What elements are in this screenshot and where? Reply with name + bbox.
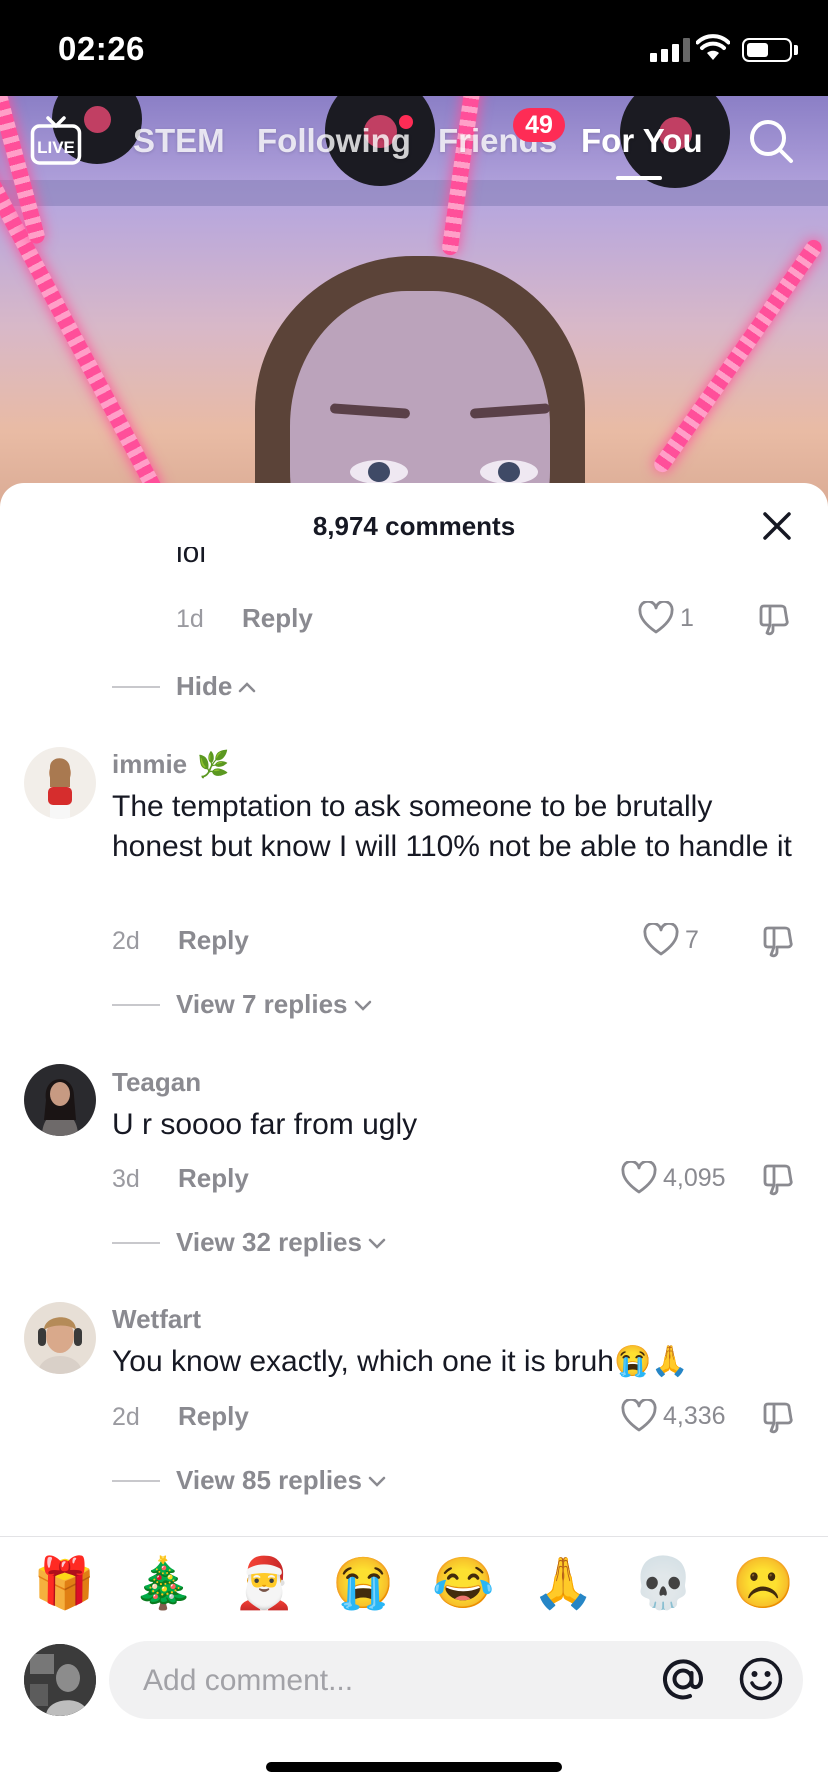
battery-level <box>747 43 768 57</box>
search-icon[interactable] <box>748 118 794 164</box>
like-button[interactable]: 1 <box>638 601 694 635</box>
tab-for-you[interactable]: For You <box>581 122 703 160</box>
tab-following[interactable]: Following <box>257 122 411 160</box>
chevron-up-icon <box>239 681 256 692</box>
emoji-gift[interactable]: 🎁 <box>33 1553 95 1613</box>
like-button[interactable]: 4,336 <box>621 1399 726 1433</box>
battery-tip <box>794 45 798 55</box>
tab-stem[interactable]: STEM <box>133 122 225 160</box>
view-replies-label: View 32 replies <box>176 1227 362 1257</box>
wifi-icon <box>696 34 730 60</box>
comment-text: The temptation to ask someone to be brut… <box>112 790 792 863</box>
friends-badge: 49 <box>513 108 565 142</box>
video-person-eye <box>480 460 538 484</box>
chevron-down-icon <box>368 1476 386 1487</box>
video-garland-shape <box>441 96 485 257</box>
reply-button[interactable]: Reply <box>178 1163 249 1194</box>
emoji-skull[interactable]: 💀 <box>632 1553 694 1613</box>
thumbs-down-icon[interactable] <box>762 1163 796 1197</box>
emoji-santa[interactable]: 🎅 <box>233 1553 295 1613</box>
chevron-down-icon <box>354 1000 371 1011</box>
smiley-face-icon[interactable] <box>738 1656 784 1702</box>
view-replies-divider <box>112 1004 160 1006</box>
like-count: 7 <box>685 925 699 954</box>
status-time: 02:26 <box>58 30 145 67</box>
comment-age: 3d <box>112 1165 140 1193</box>
heart-outline-icon <box>638 601 674 634</box>
view-replies-label: View 85 replies <box>176 1465 362 1495</box>
live-tv-icon[interactable]: LIVE <box>30 116 82 166</box>
like-count: 1 <box>680 603 694 632</box>
reply-age: 1d <box>176 605 204 633</box>
reply-button[interactable]: Reply <box>178 1401 249 1432</box>
like-count: 4,336 <box>663 1401 726 1430</box>
add-comment-input[interactable] <box>141 1641 625 1721</box>
avatar[interactable] <box>24 747 96 819</box>
view-replies-label: View 7 replies <box>176 989 348 1019</box>
battery-icon <box>742 38 792 62</box>
heart-outline-icon <box>643 923 679 956</box>
hide-replies-button[interactable]: Hide <box>176 671 256 702</box>
video-background[interactable] <box>0 96 828 516</box>
reply-text-partial: lol <box>176 547 207 565</box>
emoji-crying[interactable]: 😭 <box>332 1553 394 1613</box>
comments-sheet: 8,974 comments lol 1d Reply 1 Hide immie… <box>0 483 828 1792</box>
hide-divider <box>112 686 160 688</box>
video-person-eye <box>350 460 408 484</box>
like-count: 4,095 <box>663 1163 726 1192</box>
thumbs-down-icon[interactable] <box>762 1401 796 1435</box>
my-avatar[interactable] <box>24 1644 96 1716</box>
cellular-signal-icon <box>650 38 690 62</box>
comments-count-title: 8,974 comments <box>312 511 516 541</box>
like-button[interactable]: 4,095 <box>621 1161 726 1195</box>
home-indicator[interactable] <box>266 1762 562 1772</box>
emoji-frowning[interactable]: ☹️ <box>732 1553 794 1613</box>
heart-outline-icon <box>621 1161 657 1194</box>
view-replies-button[interactable]: View 7 replies <box>176 989 372 1020</box>
emoji-pray[interactable]: 🙏 <box>532 1553 594 1613</box>
view-replies-divider <box>112 1480 160 1482</box>
emoji-christmas-tree[interactable]: 🎄 <box>132 1553 194 1613</box>
comment-age: 2d <box>112 1403 140 1431</box>
leaf-emoji: 🌿 <box>197 749 230 779</box>
status-bar: 02:26 <box>0 0 828 96</box>
view-replies-button[interactable]: View 32 replies <box>176 1227 386 1258</box>
quick-emoji-bar: 🎁 🎄 🎅 😭 😂 🙏 💀 ☹️ <box>0 1553 828 1633</box>
video-ceiling-shape <box>0 180 828 206</box>
comment-username[interactable]: Wetfart <box>112 1304 201 1335</box>
comment-age: 2d <box>112 927 140 955</box>
reply-button[interactable]: Reply <box>242 603 313 634</box>
emoji-bar-divider <box>0 1536 828 1537</box>
avatar[interactable] <box>24 1302 96 1374</box>
comment-username[interactable]: Teagan <box>112 1067 201 1098</box>
live-label: LIVE <box>37 138 75 157</box>
close-icon[interactable] <box>760 509 794 543</box>
heart-outline-icon <box>621 1399 657 1432</box>
emoji-laughing[interactable]: 😂 <box>432 1553 494 1613</box>
following-notification-dot <box>399 115 413 129</box>
like-button[interactable]: 7 <box>643 923 699 957</box>
view-replies-divider <box>112 1242 160 1244</box>
thumbs-down-icon[interactable] <box>762 925 796 959</box>
username-text: immie <box>112 749 188 779</box>
reply-button[interactable]: Reply <box>178 925 249 956</box>
avatar[interactable] <box>24 1064 96 1136</box>
chevron-down-icon <box>368 1238 386 1249</box>
comment-text: U r soooo far from ugly <box>112 1108 418 1141</box>
video-garland-shape <box>651 236 825 476</box>
view-replies-button[interactable]: View 85 replies <box>176 1465 386 1496</box>
active-tab-indicator <box>616 176 662 180</box>
thumbs-down-icon[interactable] <box>758 603 792 637</box>
hide-label: Hide <box>176 671 233 701</box>
comment-username[interactable]: immie 🌿 <box>112 749 230 780</box>
comment-text: You know exactly, which one it is bruh😭🙏 <box>112 1345 689 1378</box>
at-sign-icon[interactable] <box>660 1656 706 1702</box>
